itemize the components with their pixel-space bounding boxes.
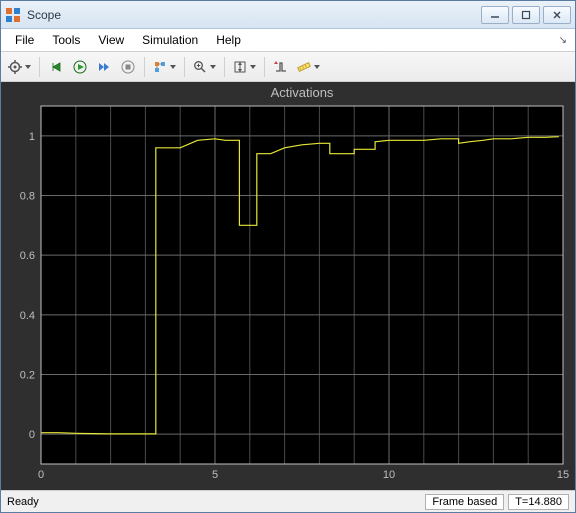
close-button[interactable] [543,6,571,24]
maximize-button[interactable] [512,6,540,24]
svg-text:0.4: 0.4 [20,310,35,322]
toolbar-separator [224,57,225,77]
plot-area[interactable]: Activations 0 5 10 15 0 0.2 0.4 0.6 0.8 1 [1,82,575,490]
menu-view[interactable]: View [90,31,132,49]
scope-window: Scope File Tools View Simulation Help ↘ [0,0,576,513]
toolbar [1,52,575,82]
svg-text:0.2: 0.2 [20,370,35,382]
menu-tools[interactable]: Tools [44,31,88,49]
highlight-button[interactable] [150,56,179,78]
menu-file[interactable]: File [7,31,42,49]
svg-text:0: 0 [38,469,44,481]
svg-text:1: 1 [29,131,35,143]
svg-text:10: 10 [383,469,395,481]
zoom-button[interactable] [190,56,219,78]
window-controls [481,6,571,24]
titlebar: Scope [1,1,575,29]
scope-plot: Activations 0 5 10 15 0 0.2 0.4 0.6 0.8 1 [1,82,575,490]
config-button[interactable] [5,56,34,78]
triggers-button[interactable] [270,56,292,78]
autoscale-button[interactable] [230,56,259,78]
svg-text:0: 0 [29,429,35,441]
menu-corner-icon[interactable]: ↘ [559,35,569,46]
svg-text:0.8: 0.8 [20,191,35,203]
svg-text:15: 15 [557,469,569,481]
menu-simulation[interactable]: Simulation [134,31,206,49]
svg-text:5: 5 [212,469,218,481]
status-time: T=14.880 [508,494,569,510]
window-title: Scope [27,8,481,22]
statusbar: Ready Frame based T=14.880 [1,490,575,512]
status-text: Ready [7,496,421,508]
status-mode: Frame based [425,494,504,510]
svg-text:0.6: 0.6 [20,250,35,262]
app-icon [5,7,21,23]
run-button[interactable] [69,56,91,78]
stop-button[interactable] [117,56,139,78]
restart-button[interactable] [45,56,67,78]
measurements-button[interactable] [294,56,323,78]
step-forward-button[interactable] [93,56,115,78]
minimize-button[interactable] [481,6,509,24]
toolbar-separator [264,57,265,77]
toolbar-separator [184,57,185,77]
toolbar-separator [144,57,145,77]
menubar: File Tools View Simulation Help ↘ [1,29,575,52]
toolbar-separator [39,57,40,77]
svg-text:Activations: Activations [271,85,334,100]
menu-help[interactable]: Help [208,31,249,49]
